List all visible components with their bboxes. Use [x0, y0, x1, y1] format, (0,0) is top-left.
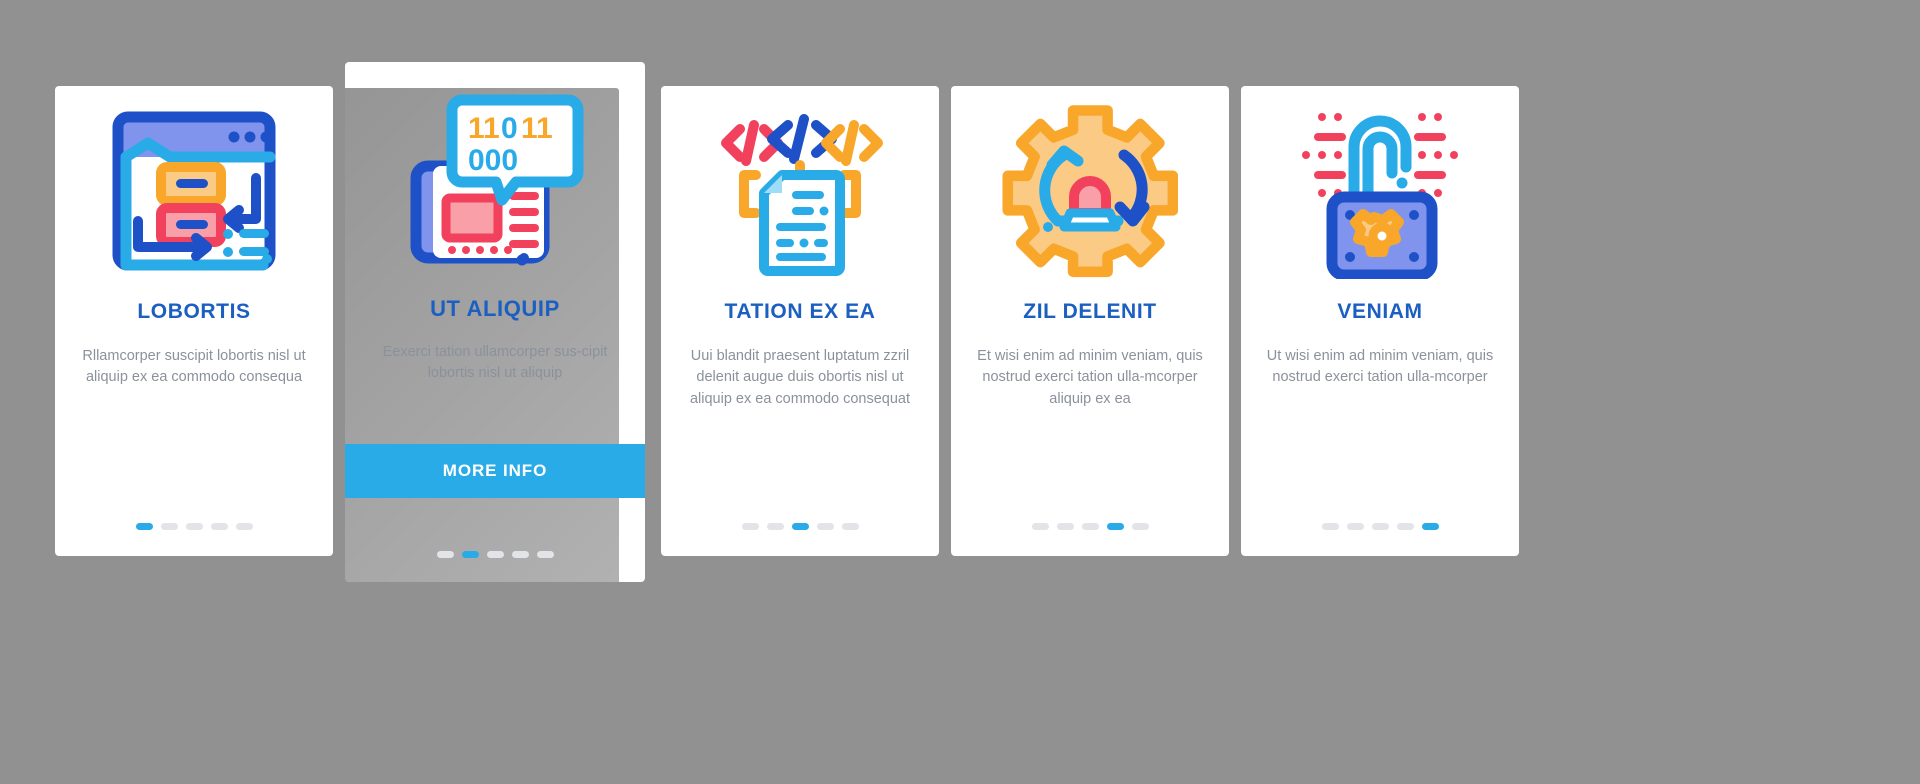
pagination-dots[interactable]: [1241, 523, 1519, 530]
onboarding-card-tation-ex-ea[interactable]: TATION EX EA Uui blandit praesent luptat…: [661, 86, 939, 556]
code-document-icon: [661, 86, 939, 296]
pagination-dot[interactable]: [816, 523, 834, 530]
card-title: TATION EX EA: [724, 300, 876, 323]
pagination-dot[interactable]: [741, 523, 759, 530]
pagination-dot[interactable]: [486, 551, 504, 558]
pagination-dot[interactable]: [235, 523, 253, 530]
card-body: Uui blandit praesent luptatum zzril dele…: [689, 348, 911, 407]
pagination-dot[interactable]: [185, 523, 203, 530]
svg-text:000: 000: [468, 144, 518, 177]
pagination-dot[interactable]: [766, 523, 784, 530]
card-body: Et wisi enim ad minim veniam, quis nostr…: [977, 348, 1203, 407]
pagination-dot[interactable]: [1031, 523, 1049, 530]
binary-chat-device-icon: 11 0 11 000: [345, 62, 645, 292]
pagination-dots[interactable]: [345, 551, 645, 558]
pagination-dot[interactable]: [1346, 523, 1364, 530]
card-title: LOBORTIS: [137, 300, 251, 323]
pagination-dots[interactable]: [661, 523, 939, 530]
onboarding-card-veniam[interactable]: VENIAM Ut wisi enim ad minim veniam, qui…: [1241, 86, 1519, 556]
pagination-dot[interactable]: [1396, 523, 1414, 530]
pagination-dot[interactable]: [536, 551, 554, 558]
padlock-gear-icon: [1241, 86, 1519, 296]
pagination-dots[interactable]: [55, 523, 333, 530]
pagination-dot[interactable]: [135, 523, 153, 530]
pagination-dot[interactable]: [511, 551, 529, 558]
browser-workflow-icon: [55, 86, 333, 296]
more-info-button[interactable]: MORE INFO: [345, 444, 645, 498]
svg-text:11: 11: [468, 112, 500, 145]
onboarding-card-ut-aliquip[interactable]: 11 0 11 000 UT ALIQUIP Eexerci tation ul…: [345, 62, 645, 582]
onboarding-card-zil-delenit[interactable]: ZIL DELENIT Et wisi enim ad minim veniam…: [951, 86, 1229, 556]
pagination-dot[interactable]: [1371, 523, 1389, 530]
card-body: Eexerci tation ullamcorper sus-cipit lob…: [382, 344, 608, 382]
gear-alarm-refresh-icon: [951, 86, 1229, 296]
card-title: VENIAM: [1337, 300, 1423, 323]
pagination-dot[interactable]: [1056, 523, 1074, 530]
pagination-dots[interactable]: [951, 523, 1229, 530]
card-title: UT ALIQUIP: [430, 296, 560, 321]
svg-text:0: 0: [501, 112, 518, 145]
card-body: Rllamcorper suscipit lobortis nisl ut al…: [82, 348, 306, 386]
card-title: ZIL DELENIT: [1023, 300, 1157, 323]
pagination-dot[interactable]: [160, 523, 178, 530]
onboarding-screens-stage: LOBORTIS Rllamcorper suscipit lobortis n…: [0, 0, 1920, 784]
pagination-dot[interactable]: [1081, 523, 1099, 530]
pagination-dot[interactable]: [791, 523, 809, 530]
pagination-dot[interactable]: [1321, 523, 1339, 530]
pagination-dot[interactable]: [1131, 523, 1149, 530]
pagination-dot[interactable]: [1106, 523, 1124, 530]
onboarding-card-lobortis[interactable]: LOBORTIS Rllamcorper suscipit lobortis n…: [55, 86, 333, 556]
svg-text:11: 11: [521, 112, 553, 145]
card-body: Ut wisi enim ad minim veniam, quis nostr…: [1266, 348, 1494, 386]
pagination-dot[interactable]: [210, 523, 228, 530]
pagination-dot[interactable]: [1421, 523, 1439, 530]
pagination-dot[interactable]: [436, 551, 454, 558]
pagination-dot[interactable]: [461, 551, 479, 558]
pagination-dot[interactable]: [841, 523, 859, 530]
